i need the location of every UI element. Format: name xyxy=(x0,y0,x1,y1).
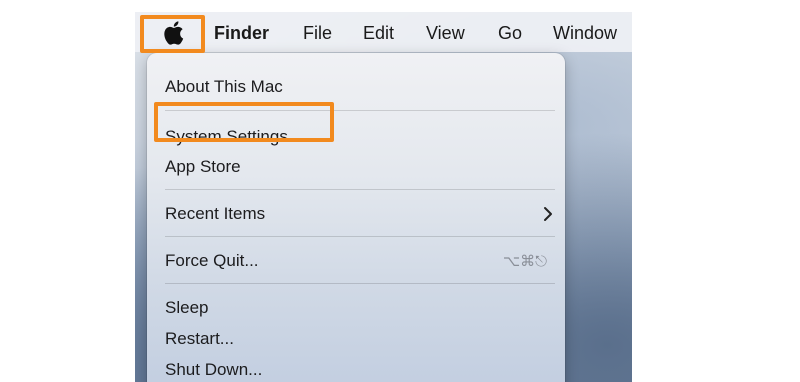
menu-item-sleep[interactable]: Sleep xyxy=(165,298,208,318)
menu-item-force-quit[interactable]: Force Quit... xyxy=(165,251,259,271)
menu-separator xyxy=(165,283,555,284)
menubar-view[interactable]: View xyxy=(426,22,465,44)
system-settings-highlight-box xyxy=(154,102,334,142)
menu-separator xyxy=(165,189,555,190)
menu-separator xyxy=(165,236,555,237)
force-quit-shortcut: ⌥⌘⎋ xyxy=(502,252,547,270)
menu-item-about-this-mac[interactable]: About This Mac xyxy=(165,77,283,97)
menu-bar: Finder File Edit View Go Window xyxy=(135,12,632,52)
menubar-edit[interactable]: Edit xyxy=(363,22,394,44)
chevron-right-icon xyxy=(544,207,552,221)
menu-item-app-store[interactable]: App Store xyxy=(165,157,241,177)
menubar-file[interactable]: File xyxy=(303,22,332,44)
menu-item-restart[interactable]: Restart... xyxy=(165,329,234,349)
menubar-window[interactable]: Window xyxy=(553,22,617,44)
desktop: Finder File Edit View Go Window About Th… xyxy=(135,12,632,382)
menu-item-recent-items[interactable]: Recent Items xyxy=(165,204,265,224)
menubar-go[interactable]: Go xyxy=(498,22,522,44)
apple-menu-highlight-box xyxy=(140,15,205,53)
menubar-finder[interactable]: Finder xyxy=(214,22,269,44)
menu-item-shut-down[interactable]: Shut Down... xyxy=(165,360,262,380)
